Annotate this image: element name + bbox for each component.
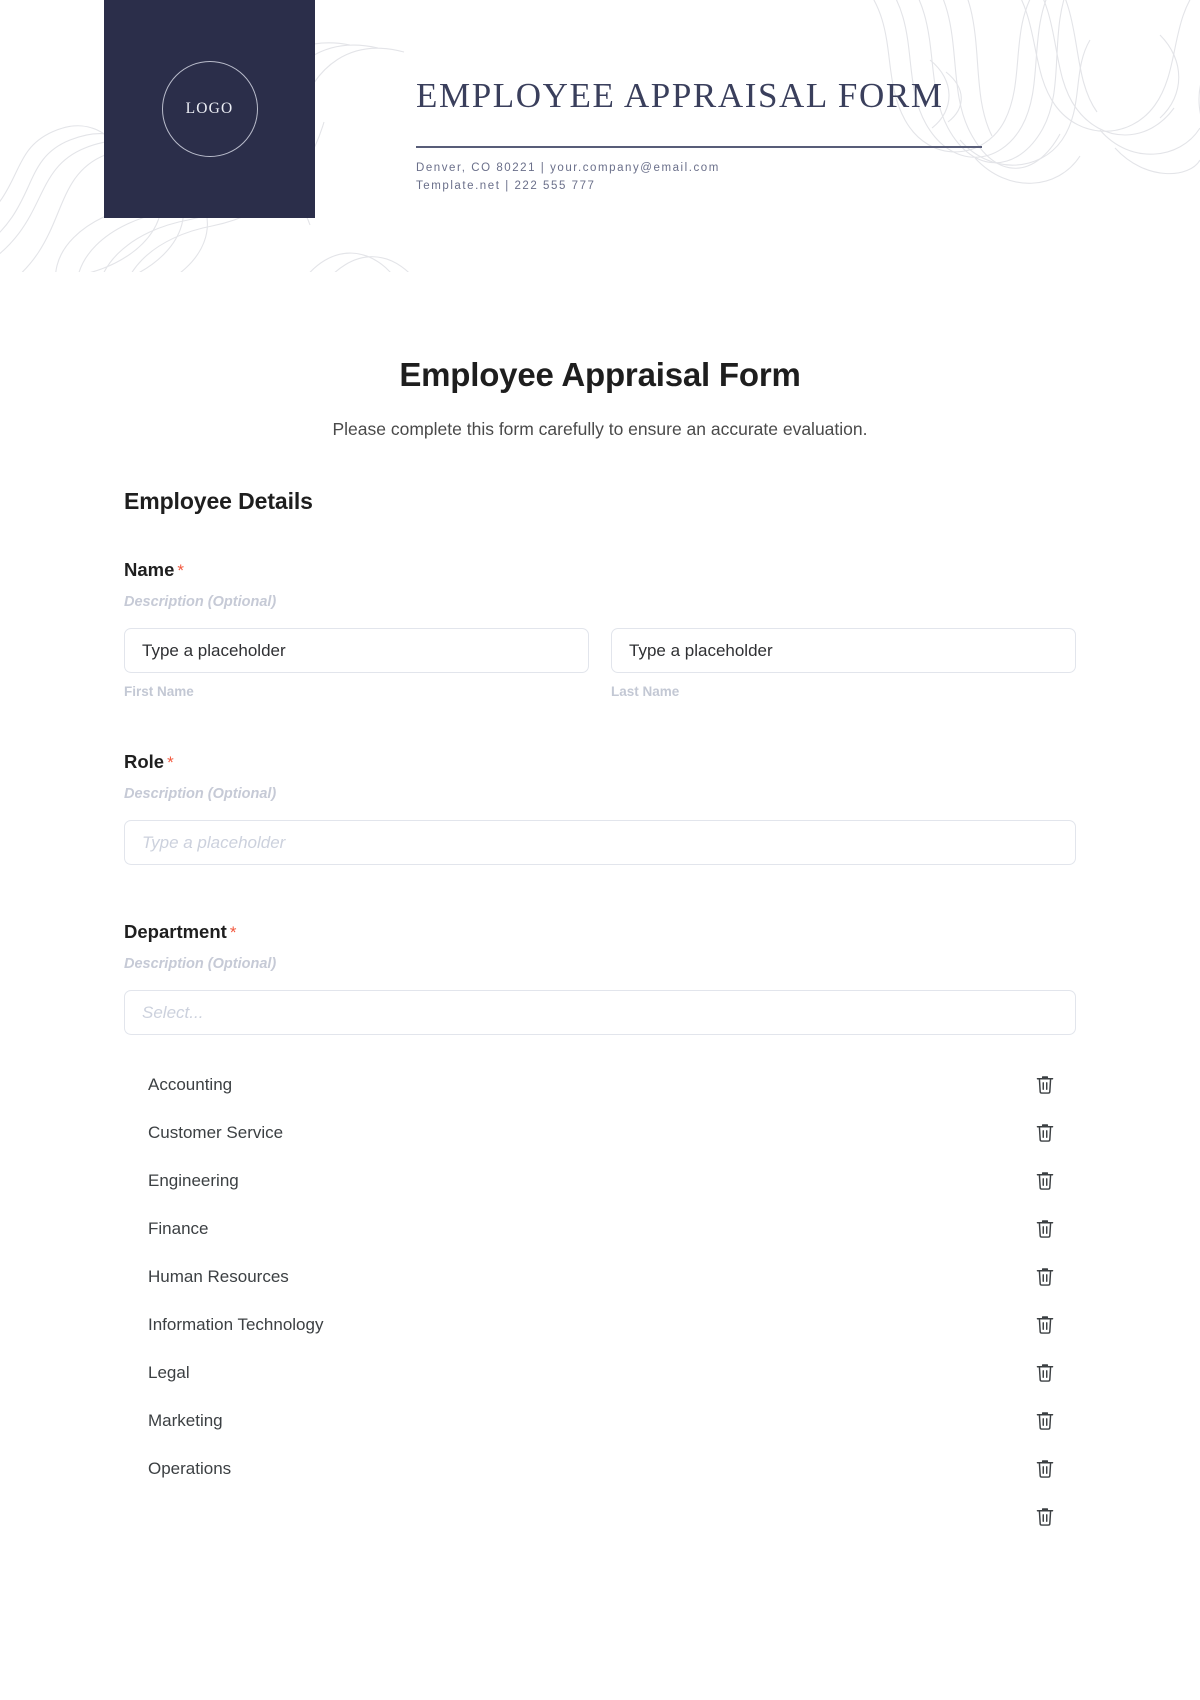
department-option-row[interactable]: Customer Service bbox=[124, 1109, 1076, 1157]
department-option-label: Marketing bbox=[148, 1411, 223, 1430]
field-label-name-text: Name bbox=[124, 559, 175, 580]
field-department: Department * Description (Optional) Selec… bbox=[124, 921, 1076, 1541]
department-option-row[interactable]: Finance bbox=[124, 1205, 1076, 1253]
trash-icon[interactable] bbox=[1034, 1266, 1056, 1288]
trash-icon[interactable] bbox=[1034, 1458, 1056, 1480]
trash-icon[interactable] bbox=[1034, 1218, 1056, 1240]
required-asterisk: * bbox=[177, 561, 185, 580]
department-option-row[interactable]: Legal bbox=[124, 1349, 1076, 1397]
name-input-row: Type a placeholder First Name Type a pla… bbox=[124, 628, 1076, 699]
department-select[interactable]: Select... bbox=[124, 990, 1076, 1035]
department-option-label: Legal bbox=[148, 1363, 190, 1382]
role-input-wrapper: Type a placeholder bbox=[124, 820, 1076, 865]
last-name-sub-label: Last Name bbox=[611, 684, 680, 699]
logo-circle-outline: LOGO bbox=[161, 61, 258, 157]
header-divider-rule bbox=[416, 146, 982, 149]
last-name-column: Type a placeholder Last Name bbox=[611, 628, 1076, 699]
department-option-label: Information Technology bbox=[148, 1315, 324, 1334]
page-subtitle: Please complete this form carefully to e… bbox=[332, 419, 868, 439]
logo-block: LOGO bbox=[104, 0, 315, 218]
department-option-row[interactable]: Accounting bbox=[124, 1061, 1076, 1109]
first-name-input[interactable]: Type a placeholder bbox=[124, 628, 589, 673]
page-title: Employee Appraisal Form bbox=[399, 356, 801, 393]
logo-label: LOGO bbox=[185, 100, 234, 117]
appraisal-form-page: LOGO EMPLOYEE APPRAISAL FORM Denver, CO … bbox=[0, 0, 1200, 1700]
trash-icon[interactable] bbox=[1034, 1362, 1056, 1384]
field-label-name: Name * bbox=[124, 559, 1076, 581]
required-asterisk: * bbox=[167, 753, 174, 772]
header-title: EMPLOYEE APPRAISAL FORM bbox=[416, 76, 944, 115]
department-option-row[interactable]: Marketing bbox=[124, 1397, 1076, 1445]
field-description-role: Description (Optional) bbox=[124, 786, 277, 802]
field-description-name: Description (Optional) bbox=[124, 594, 277, 610]
role-placeholder: Type a placeholder bbox=[142, 832, 286, 852]
header-contact-info: Denver, CO 80221 | your.company@email.co… bbox=[416, 160, 986, 195]
department-option-label: Human Resources bbox=[148, 1267, 289, 1286]
trash-icon[interactable] bbox=[1034, 1410, 1056, 1432]
last-name-value: Type a placeholder bbox=[629, 640, 773, 660]
first-name-value: Type a placeholder bbox=[142, 640, 286, 660]
role-input[interactable]: Type a placeholder bbox=[124, 820, 1076, 865]
department-option-row-partial[interactable] bbox=[124, 1493, 1076, 1541]
department-option-label: Customer Service bbox=[148, 1123, 284, 1142]
department-options-list: Accounting Customer Service Engineering … bbox=[124, 1061, 1076, 1541]
trash-icon[interactable] bbox=[1034, 1074, 1056, 1096]
required-asterisk: * bbox=[229, 923, 237, 942]
first-name-column: Type a placeholder First Name bbox=[124, 628, 589, 699]
department-option-label: Accounting bbox=[148, 1075, 233, 1094]
contact-website-phone: Template.net | 222 555 777 bbox=[416, 179, 596, 192]
department-option-label: Finance bbox=[148, 1219, 209, 1238]
department-option-label: Engineering bbox=[148, 1171, 239, 1190]
field-label-role-text: Role bbox=[124, 751, 165, 772]
department-select-placeholder: Select... bbox=[142, 1002, 204, 1022]
department-select-wrapper: Select... bbox=[124, 990, 1076, 1035]
trash-icon[interactable] bbox=[1034, 1506, 1056, 1528]
field-label-department: Department * bbox=[124, 921, 1076, 943]
last-name-input[interactable]: Type a placeholder bbox=[611, 628, 1076, 673]
trash-icon[interactable] bbox=[1034, 1170, 1056, 1192]
contact-address-email: Denver, CO 80221 | your.company@email.co… bbox=[416, 162, 720, 175]
field-description-department: Description (Optional) bbox=[124, 956, 277, 972]
department-option-row[interactable]: Engineering bbox=[124, 1157, 1076, 1205]
field-role: Role * Description (Optional) Type a plac… bbox=[124, 751, 1076, 865]
section-heading-employee-details: Employee Details bbox=[124, 488, 313, 514]
trash-icon[interactable] bbox=[1034, 1314, 1056, 1336]
form-body: Employee Appraisal Form Please complete … bbox=[0, 356, 1200, 1541]
department-option-row[interactable]: Operations bbox=[124, 1445, 1076, 1493]
trash-icon[interactable] bbox=[1034, 1122, 1056, 1144]
department-option-row[interactable]: Information Technology bbox=[124, 1301, 1076, 1349]
field-label-role: Role * bbox=[124, 751, 1076, 773]
first-name-sub-label: First Name bbox=[124, 684, 194, 699]
department-option-label: Operations bbox=[148, 1459, 232, 1478]
header-text-group: EMPLOYEE APPRAISAL FORM Denver, CO 80221… bbox=[416, 76, 986, 195]
document-header: LOGO EMPLOYEE APPRAISAL FORM Denver, CO … bbox=[0, 0, 1200, 272]
field-name: Name * Description (Optional) Type a plac… bbox=[124, 559, 1076, 699]
department-option-row[interactable]: Human Resources bbox=[124, 1253, 1076, 1301]
field-label-department-text: Department bbox=[124, 921, 227, 942]
